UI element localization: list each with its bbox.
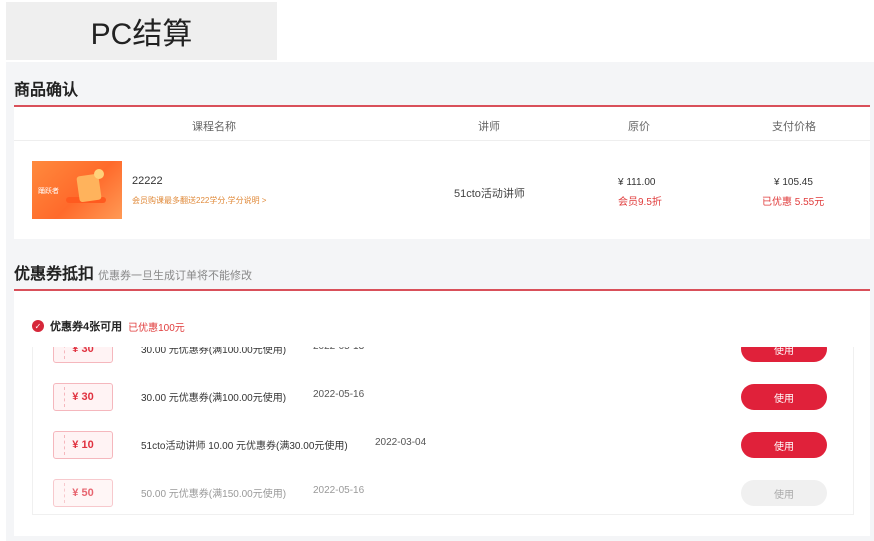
original-price: ¥ 111.00: [618, 177, 656, 188]
coupon-available-label: 优惠券4张可用: [50, 321, 123, 333]
coupon-section-title: 优惠券抵扣 优惠券一旦生成订单将不能修改: [14, 260, 252, 284]
coupon-item: ¥ 50 50.00 元优惠券(满150.00元使用) 2022-05-16 使…: [33, 469, 853, 514]
coupon-ticket: ¥ 10: [53, 431, 113, 459]
header-pay-price: 支付价格: [772, 121, 816, 133]
coupon-card: ✓ 优惠券4张可用 已优惠100元 ¥ 30 30.00 元优惠券(满100.0…: [14, 289, 870, 536]
thumbnail-text: 踊跃者: [38, 188, 59, 195]
member-discount: 会员9.5折: [618, 197, 662, 208]
coupon-description: 30.00 元优惠券(满100.00元使用): [141, 347, 287, 356]
use-coupon-button[interactable]: 使用: [741, 432, 827, 458]
coupon-expiry-date: 2022-05-13: [313, 347, 364, 352]
course-name[interactable]: 22222: [132, 175, 163, 187]
course-thumbnail[interactable]: 踊跃者: [32, 161, 122, 219]
coupon-item: ¥ 30 30.00 元优惠券(满100.00元使用) 2022-05-13 使…: [33, 347, 853, 373]
credit-description-link[interactable]: 会员购课最多翻送222学分,学分说明 >: [132, 195, 266, 206]
page-label: PC结算: [6, 2, 277, 60]
coupon-available-toggle[interactable]: ✓ 优惠券4张可用 已优惠100元: [32, 318, 185, 334]
coupon-expiry-date: 2022-05-16: [313, 389, 365, 400]
coupon-ticket: ¥ 30: [53, 347, 113, 363]
coupon-expiry-date: 2022-03-04: [375, 437, 427, 448]
coupon-ticket: ¥ 30: [53, 383, 113, 411]
header-course-name: 课程名称: [192, 121, 236, 133]
coupon-available-discount: 已优惠100元: [128, 322, 185, 334]
pay-price: ¥ 105.45: [774, 177, 813, 188]
goods-card: 课程名称 讲师 原价 支付价格 踊跃者 22222 会员购课最多翻送222学分,…: [14, 105, 870, 239]
coupon-title-text: 优惠券抵扣: [14, 266, 95, 283]
check-circle-icon: ✓: [32, 320, 44, 332]
header-teacher: 讲师: [478, 121, 500, 133]
coupon-list[interactable]: ¥ 30 30.00 元优惠券(满100.00元使用) 2022-05-13 使…: [32, 347, 854, 515]
coupon-item: ¥ 10 51cto活动讲师 10.00 元优惠券(满30.00元使用) 202…: [33, 421, 853, 469]
coupon-description: 51cto活动讲师 10.00 元优惠券(满30.00元使用): [141, 441, 348, 452]
use-coupon-button-disabled[interactable]: 使用: [741, 480, 827, 506]
coupon-ticket: ¥ 50: [53, 479, 113, 507]
thumbnail-decoration: [94, 169, 104, 179]
coupon-subtitle: 优惠券一旦生成订单将不能修改: [98, 270, 253, 282]
coupon-expiry-date: 2022-05-16: [313, 485, 365, 496]
coupon-description: 50.00 元优惠券(满150.00元使用): [141, 489, 287, 500]
goods-table-header: 课程名称 讲师 原价 支付价格: [14, 107, 870, 141]
goods-title-text: 商品确认: [14, 82, 79, 99]
goods-row: 踊跃者 22222 会员购课最多翻送222学分,学分说明 > 51cto活动讲师…: [14, 141, 870, 239]
use-coupon-button[interactable]: 使用: [741, 384, 827, 410]
discounted-amount: 已优惠 5.55元: [762, 197, 825, 208]
goods-section-title: 商品确认: [14, 76, 78, 100]
coupon-description: 30.00 元优惠券(满100.00元使用): [141, 393, 287, 404]
use-coupon-button[interactable]: 使用: [741, 347, 827, 362]
header-original-price: 原价: [628, 121, 650, 133]
teacher-name: 51cto活动讲师: [454, 188, 525, 200]
coupon-item: ¥ 30 30.00 元优惠券(满100.00元使用) 2022-05-16 使…: [33, 373, 853, 421]
